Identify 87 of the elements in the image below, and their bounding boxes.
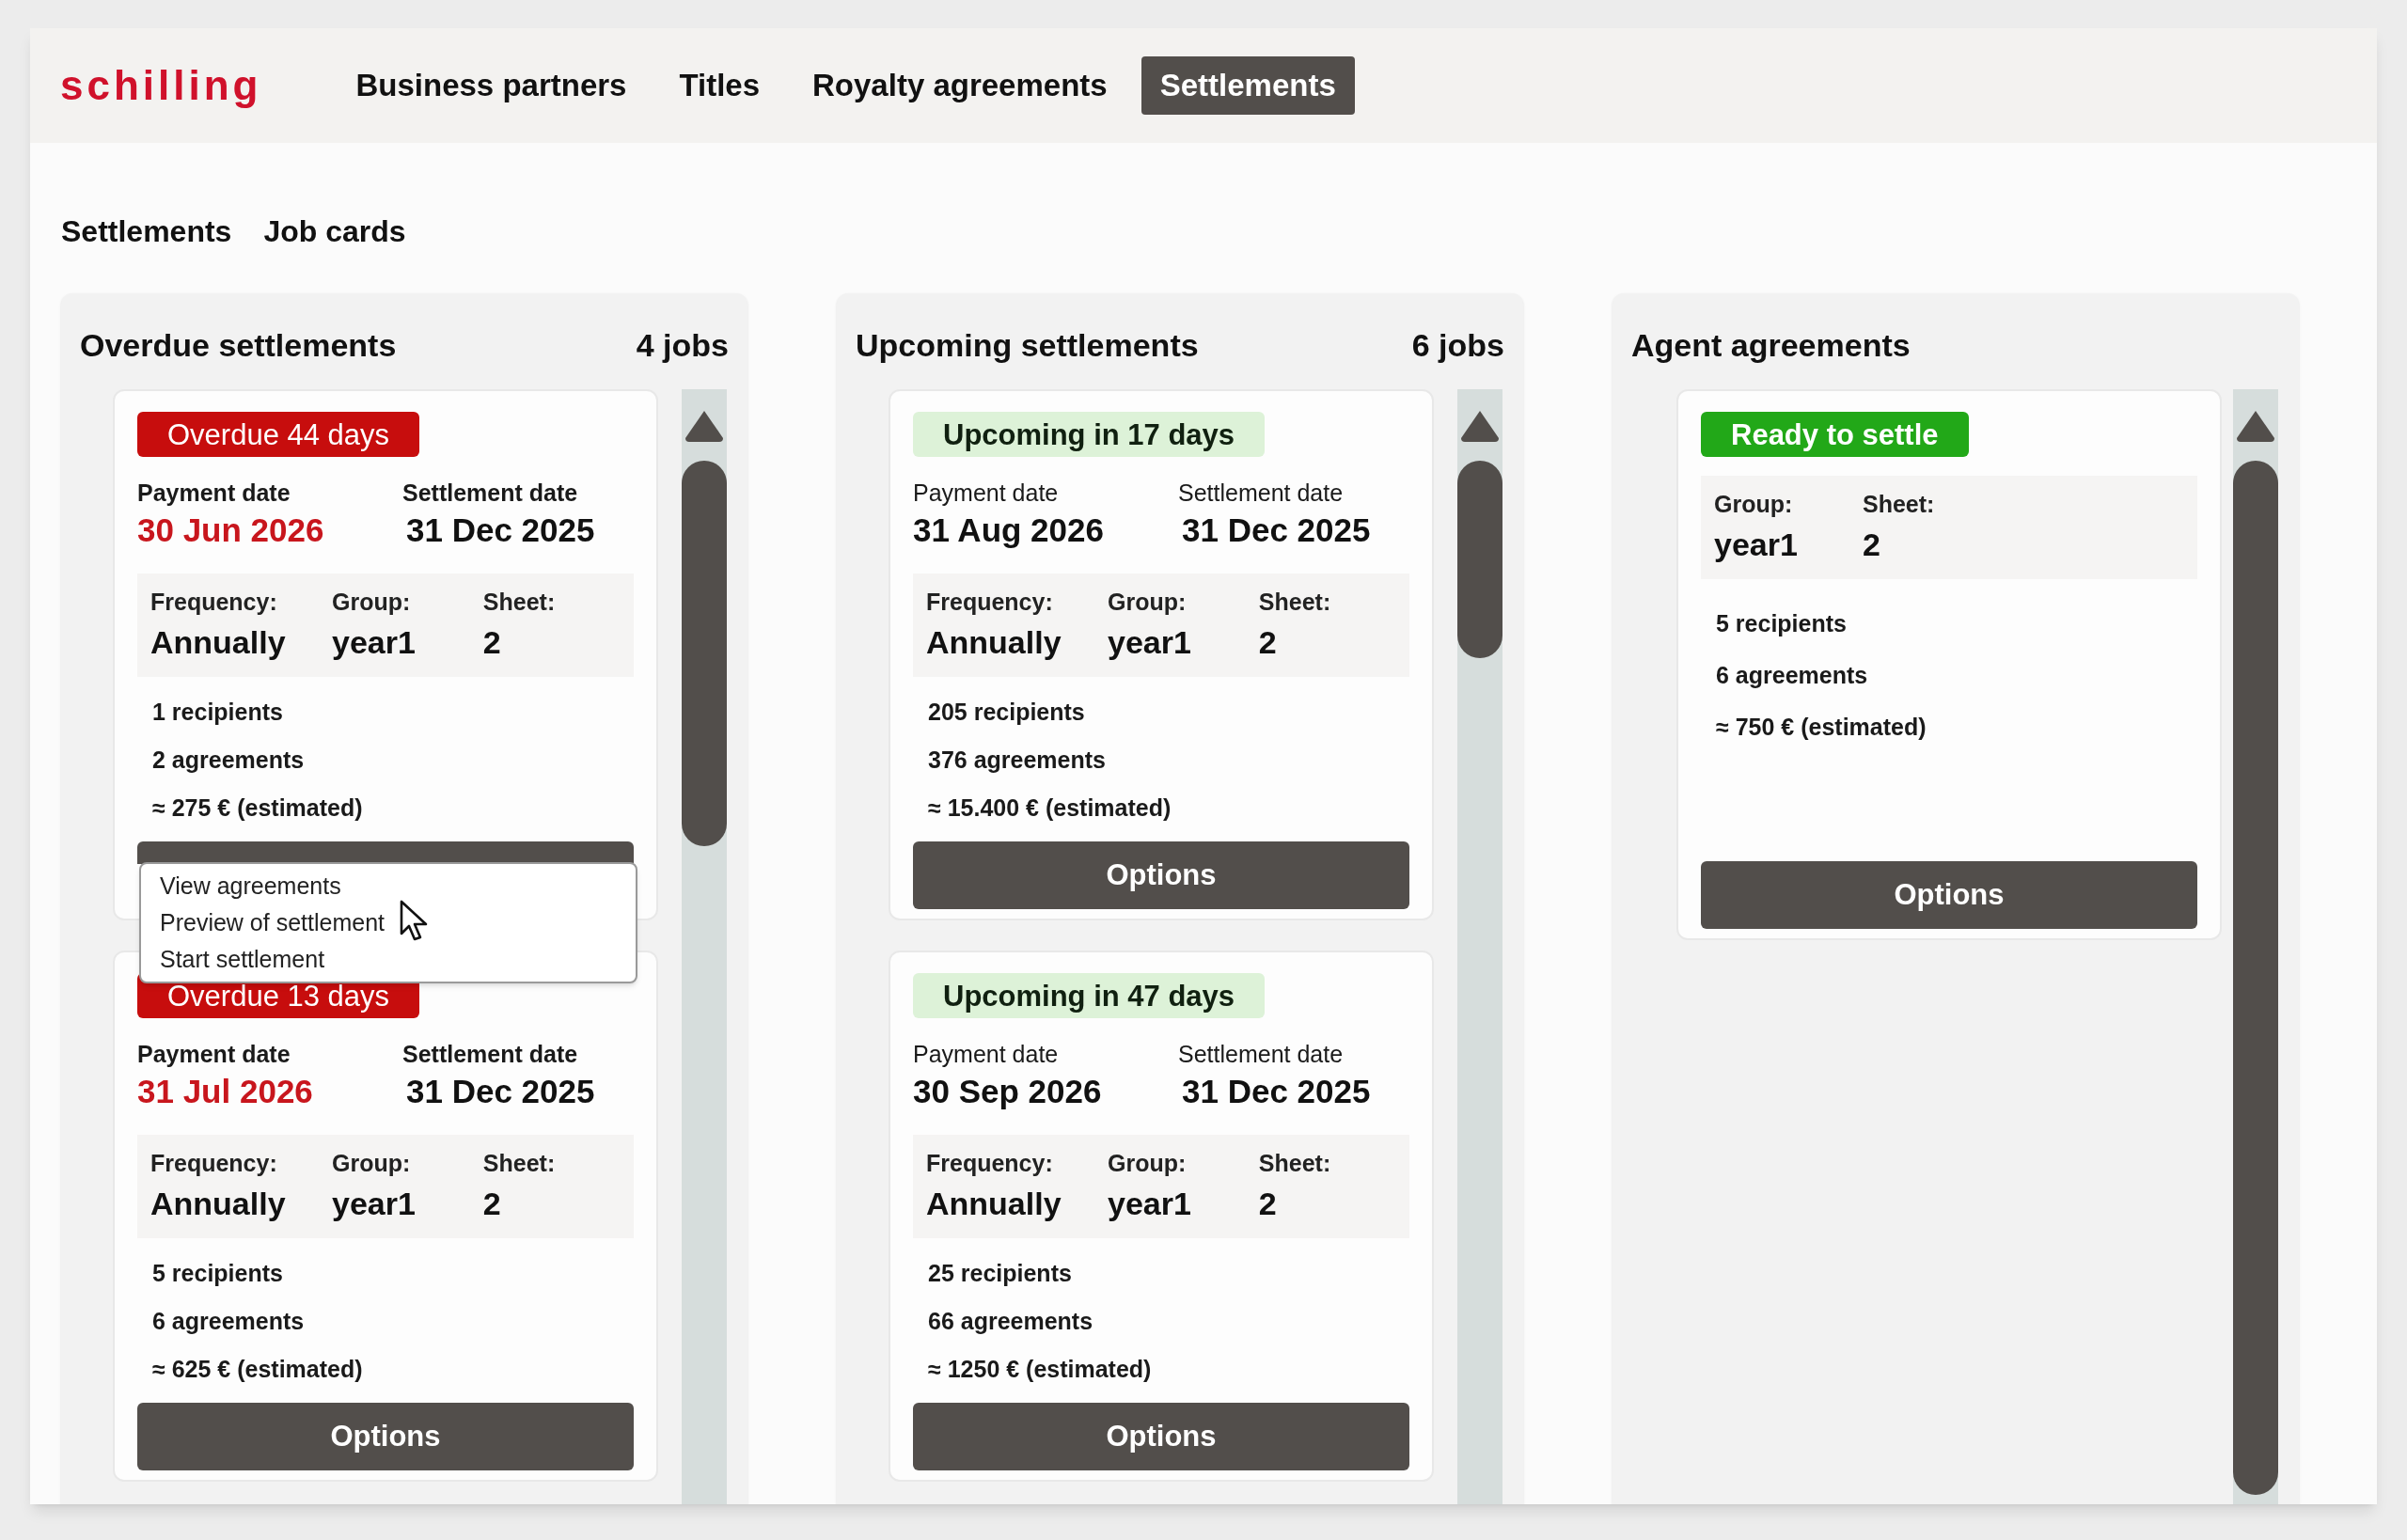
stat-text: 5 recipients bbox=[152, 1259, 284, 1288]
field-value: 2 bbox=[1863, 526, 1881, 564]
stat-text: 5 recipients bbox=[1716, 609, 1848, 638]
scrollbar[interactable] bbox=[682, 389, 727, 1504]
field-label: Frequency: bbox=[150, 1149, 278, 1178]
stat-text: 376 agreements bbox=[928, 746, 1107, 775]
job-count: 6 jobs bbox=[1411, 325, 1504, 365]
field-label: Frequency: bbox=[926, 1149, 1054, 1178]
field-value: year1 bbox=[1108, 623, 1192, 662]
scrollbar[interactable] bbox=[1457, 389, 1502, 1504]
stat-text: 205 recipients bbox=[928, 698, 1086, 727]
field-label: Sheet: bbox=[482, 588, 557, 617]
status-badge: Upcoming in 17 days bbox=[913, 412, 1266, 457]
field-label: Sheet: bbox=[1258, 588, 1332, 617]
date-label: Settlement date bbox=[1178, 479, 1345, 508]
date-value: 31 Dec 2025 bbox=[405, 511, 595, 550]
date-value: 31 Jul 2026 bbox=[137, 1072, 314, 1111]
job-count: 4 jobs bbox=[636, 325, 729, 365]
date-label: Payment date bbox=[913, 1040, 1060, 1069]
date-label: Payment date bbox=[137, 479, 291, 508]
status-badge: Upcoming in 47 days bbox=[913, 973, 1266, 1018]
field-label: Frequency: bbox=[150, 588, 278, 617]
field-value: 2 bbox=[482, 623, 502, 662]
field-value: Annually bbox=[150, 1185, 287, 1223]
stat-text: 6 agreements bbox=[152, 1307, 306, 1336]
options-button[interactable]: Options bbox=[137, 1403, 634, 1470]
menu-item[interactable]: View agreements bbox=[160, 868, 617, 904]
field-value: Annually bbox=[926, 1185, 1062, 1223]
column-title: Agent agreements bbox=[1631, 325, 1911, 365]
date-value: 31 Aug 2026 bbox=[913, 511, 1105, 550]
stat-text: ≈ 275 € (estimated) bbox=[152, 794, 364, 823]
stat-text: 6 agreements bbox=[1716, 661, 1869, 690]
field-label: Group: bbox=[1714, 490, 1794, 519]
options-button[interactable] bbox=[137, 841, 634, 864]
field-value: 2 bbox=[1258, 623, 1278, 662]
date-value: 31 Dec 2025 bbox=[405, 1072, 595, 1111]
date-label: Settlement date bbox=[402, 1040, 579, 1069]
field-label: Frequency: bbox=[926, 588, 1054, 617]
logo[interactable]: schilling bbox=[60, 55, 262, 117]
nav-tab[interactable]: Settlements bbox=[1141, 56, 1355, 115]
scroll-thumb[interactable] bbox=[1457, 461, 1502, 658]
scroll-thumb[interactable] bbox=[682, 461, 727, 846]
stat-text: ≈ 625 € (estimated) bbox=[152, 1355, 364, 1384]
stat-text: ≈ 15.400 € (estimated) bbox=[928, 794, 1172, 823]
subnav-link[interactable]: Job cards bbox=[263, 209, 406, 254]
field-value: Annually bbox=[150, 623, 287, 662]
date-value: 30 Sep 2026 bbox=[913, 1072, 1103, 1111]
field-value: year1 bbox=[1108, 1185, 1192, 1223]
stat-text: 25 recipients bbox=[928, 1259, 1073, 1288]
date-label: Settlement date bbox=[1178, 1040, 1345, 1069]
date-label: Payment date bbox=[137, 1040, 291, 1069]
field-label: Group: bbox=[1108, 1149, 1188, 1178]
nav-tab[interactable]: Titles bbox=[660, 56, 779, 115]
column-title: Upcoming settlements bbox=[856, 325, 1199, 365]
field-label: Group: bbox=[332, 588, 412, 617]
options-button[interactable]: Options bbox=[1701, 861, 2197, 929]
field-value: year1 bbox=[332, 623, 417, 662]
field-value: Annually bbox=[926, 623, 1062, 662]
subnav-link[interactable]: Settlements bbox=[61, 209, 232, 254]
date-value: 31 Dec 2025 bbox=[1181, 1072, 1371, 1111]
field-label: Sheet: bbox=[482, 1149, 557, 1178]
cursor-icon bbox=[400, 900, 430, 943]
column-title: Overdue settlements bbox=[80, 325, 397, 365]
menu-item[interactable]: Preview of settlement bbox=[160, 904, 617, 941]
field-label: Group: bbox=[1108, 588, 1188, 617]
stat-text: 2 agreements bbox=[152, 746, 306, 775]
date-value: 30 Jun 2026 bbox=[137, 511, 325, 550]
date-label: Payment date bbox=[913, 479, 1060, 508]
stat-text: 66 agreements bbox=[928, 1307, 1094, 1336]
date-value: 31 Dec 2025 bbox=[1181, 511, 1371, 550]
nav-tab[interactable]: Business partners bbox=[337, 56, 646, 115]
field-value: year1 bbox=[332, 1185, 417, 1223]
nav-tab[interactable]: Royalty agreements bbox=[794, 56, 1126, 115]
field-label: Sheet: bbox=[1863, 490, 1936, 519]
field-label: Group: bbox=[332, 1149, 412, 1178]
options-button[interactable]: Options bbox=[913, 1403, 1409, 1470]
options-button[interactable]: Options bbox=[913, 841, 1409, 909]
date-label: Settlement date bbox=[402, 479, 579, 508]
field-label: Sheet: bbox=[1258, 1149, 1332, 1178]
stat-text: ≈ 1250 € (estimated) bbox=[928, 1355, 1153, 1384]
field-value: 2 bbox=[1258, 1185, 1278, 1223]
status-badge: Ready to settle bbox=[1701, 412, 1969, 457]
stat-text: ≈ 750 € (estimated) bbox=[1716, 713, 1927, 742]
status-badge: Overdue 44 days bbox=[137, 412, 420, 457]
field-value: year1 bbox=[1714, 526, 1799, 564]
field-value: 2 bbox=[482, 1185, 502, 1223]
stat-text: 1 recipients bbox=[152, 698, 284, 727]
